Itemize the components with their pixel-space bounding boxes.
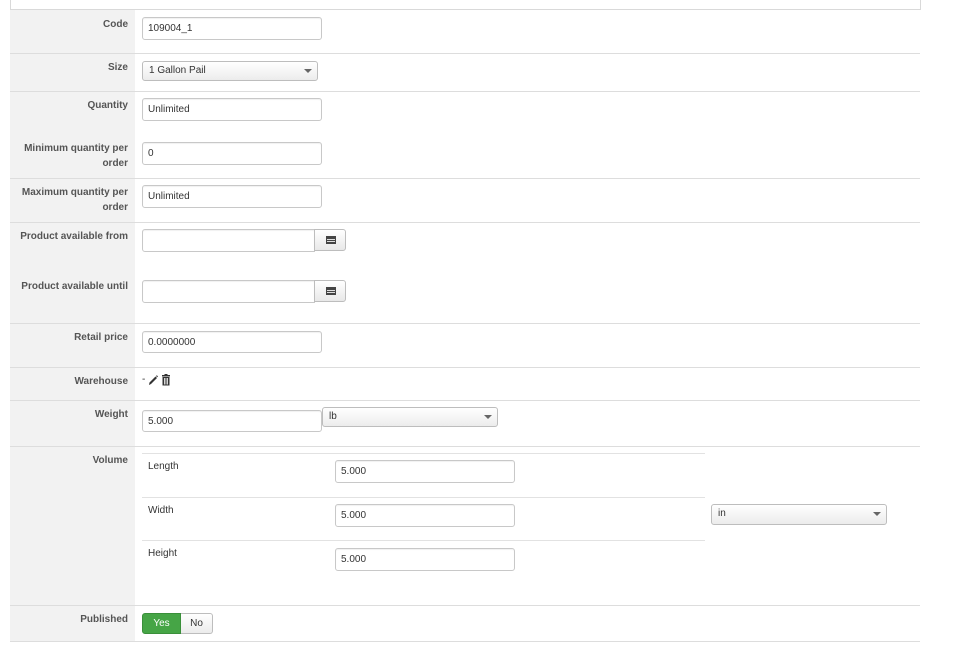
- row-separator: [10, 91, 920, 92]
- warehouse-value: -: [142, 374, 146, 385]
- min-quantity-label: Minimum quantity per order: [8, 141, 128, 171]
- weight-unit-value: lb: [329, 411, 337, 422]
- available-until-calendar-button[interactable]: [314, 280, 346, 302]
- code-input[interactable]: [142, 17, 322, 40]
- calendar-icon: [326, 287, 336, 295]
- row-separator: [10, 53, 920, 54]
- chevron-down-icon: [484, 415, 492, 419]
- size-label: Size: [107, 62, 128, 73]
- quantity-input[interactable]: [142, 98, 322, 121]
- row-separator: [10, 323, 920, 324]
- row-separator: [10, 605, 920, 606]
- volume-unit-value: in: [718, 508, 726, 519]
- row-separator: [10, 178, 920, 179]
- width-label: Width: [148, 505, 174, 516]
- row-separator: [10, 222, 920, 223]
- max-quantity-label-line1: Maximum quantity per: [21, 187, 128, 198]
- volume-subrow-separator: [142, 453, 705, 454]
- chevron-down-icon: [873, 512, 881, 516]
- max-quantity-label-line2: order: [102, 202, 128, 213]
- weight-input[interactable]: [142, 410, 322, 432]
- published-yes-button[interactable]: Yes: [142, 613, 181, 634]
- available-from-calendar-button[interactable]: [314, 229, 346, 251]
- size-select-value: 1 Gallon Pail: [149, 65, 206, 76]
- min-quantity-label-line1: Minimum quantity per: [24, 143, 128, 154]
- min-quantity-label-line2: order: [102, 158, 128, 169]
- volume-subrow-separator: [142, 540, 705, 541]
- available-until-label: Product available until: [21, 281, 128, 292]
- height-input[interactable]: [335, 548, 515, 571]
- pencil-icon[interactable]: [148, 374, 158, 386]
- code-label: Code: [103, 19, 128, 30]
- published-label: Published: [80, 614, 128, 625]
- previous-section-box: [10, 0, 921, 10]
- width-input[interactable]: [335, 504, 515, 527]
- row-separator: [10, 641, 920, 642]
- row-separator: [10, 400, 920, 401]
- calendar-icon: [326, 236, 336, 244]
- volume-unit-select[interactable]: in: [711, 504, 887, 525]
- available-until-input[interactable]: [142, 280, 315, 303]
- min-quantity-input[interactable]: [142, 142, 322, 165]
- available-from-label: Product available from: [20, 231, 128, 242]
- published-no-button[interactable]: No: [181, 613, 213, 634]
- trash-icon[interactable]: [161, 374, 171, 386]
- warehouse-label: Warehouse: [74, 376, 128, 387]
- row-separator: [10, 446, 920, 447]
- length-input[interactable]: [335, 460, 515, 483]
- length-label: Length: [148, 461, 179, 472]
- chevron-down-icon: [304, 69, 312, 73]
- weight-unit-select[interactable]: lb: [322, 407, 498, 427]
- height-label: Height: [148, 548, 177, 559]
- row-separator: [10, 367, 920, 368]
- available-from-input[interactable]: [142, 229, 315, 252]
- size-select[interactable]: 1 Gallon Pail: [142, 61, 318, 81]
- max-quantity-input[interactable]: [142, 185, 322, 208]
- max-quantity-label: Maximum quantity per order: [8, 185, 128, 215]
- quantity-label: Quantity: [87, 100, 128, 111]
- retail-price-input[interactable]: [142, 331, 322, 353]
- volume-label: Volume: [92, 455, 128, 466]
- weight-label: Weight: [94, 409, 128, 420]
- volume-subrow-separator: [142, 497, 705, 498]
- retail-price-label: Retail price: [74, 332, 128, 343]
